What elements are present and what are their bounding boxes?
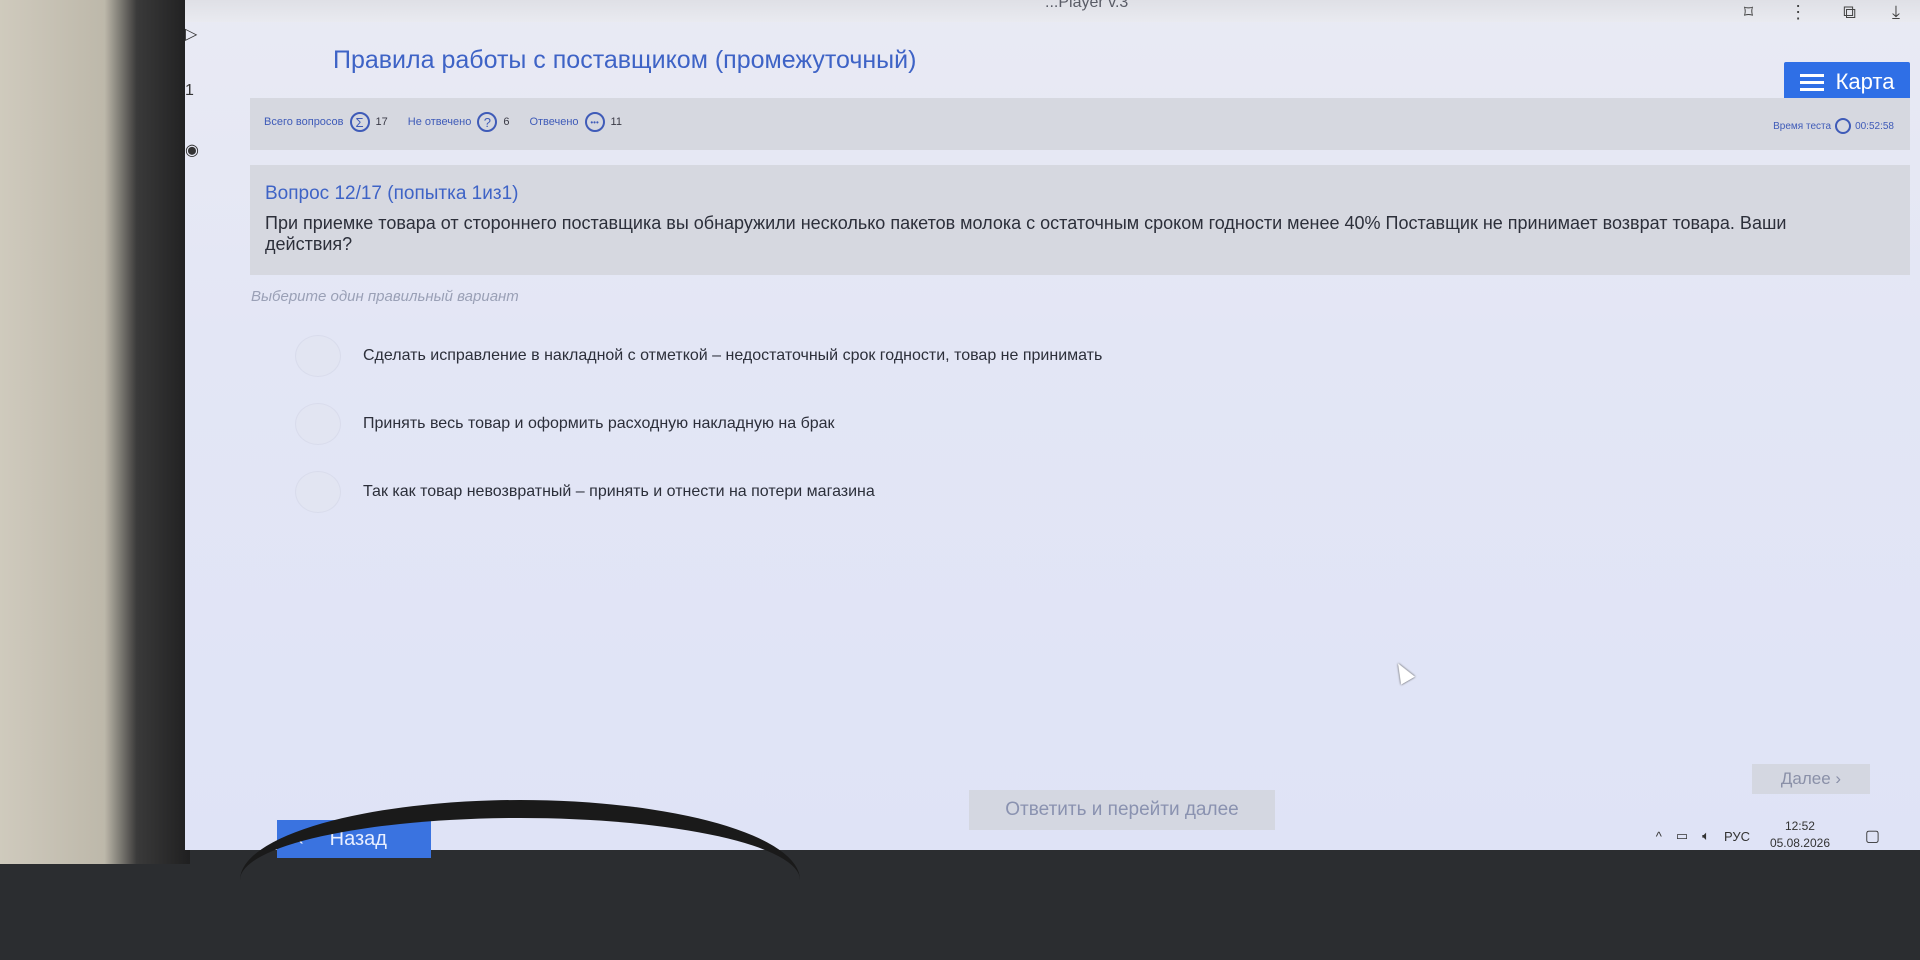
stopwatch-icon xyxy=(1835,118,1852,134)
radio-button[interactable] xyxy=(295,471,341,513)
browser-toolbar: ...Player v.3 ⌑ ⋮ ⧉ ⤓ xyxy=(185,0,1920,22)
timer-label: Время теста xyxy=(1773,120,1832,132)
question-number: Вопрос 12/17 (попытка 1из1) xyxy=(265,183,518,205)
language-indicator[interactable]: РУС xyxy=(1724,829,1750,844)
unanswered-value: 6 xyxy=(503,116,510,128)
test-timer: Время теста 00:52:58 xyxy=(1773,118,1894,134)
stats: Всего вопросов Σ 17 Не отвечено ? 6 Отве… xyxy=(264,112,636,132)
browser-icons: ⌑ ⋮ ⧉ ⤓ xyxy=(1744,2,1900,23)
play-icon[interactable]: ▷ xyxy=(185,24,197,44)
answer-option[interactable]: Принять весь товар и оформить расходную … xyxy=(295,403,835,445)
option-label[interactable]: Сделать исправление в накладной с отметк… xyxy=(363,347,1102,365)
eye-icon[interactable]: ◉ xyxy=(185,140,199,160)
answer-and-next-button[interactable]: Ответить и перейти далее xyxy=(969,790,1275,830)
more-icon[interactable]: ⋮ xyxy=(1789,2,1807,23)
answer-hint: Выберите один правильный вариант xyxy=(251,288,519,305)
extension-icon[interactable]: ⧉ xyxy=(1843,2,1856,23)
radio-button[interactable] xyxy=(295,335,341,377)
sum-icon: Σ xyxy=(349,112,370,132)
side-badge: 1 xyxy=(185,82,194,99)
bookmark-icon[interactable]: ⌑ xyxy=(1744,2,1753,23)
chevron-right-icon: › xyxy=(1835,769,1842,788)
next-button[interactable]: Далее › xyxy=(1752,764,1870,794)
unanswered-label: Не отвечено xyxy=(407,116,472,128)
next-label: Далее xyxy=(1780,769,1831,788)
map-button-label: Карта xyxy=(1835,69,1895,94)
clock-time: 12:52 xyxy=(1784,819,1815,833)
download-icon[interactable]: ⤓ xyxy=(1892,2,1900,23)
screen: ...Player v.3 ⌑ ⋮ ⧉ ⤓ ▷ 1 ◉ Правила рабо… xyxy=(185,0,1920,858)
clock-date: 05.08.2026 xyxy=(1769,835,1830,850)
total-value: 17 xyxy=(375,116,388,128)
taskbar-clock[interactable]: 12:52 05.08.2026 xyxy=(1770,818,1830,852)
question-icon: ? xyxy=(477,112,498,132)
mouse-cursor xyxy=(1391,659,1415,685)
answer-option[interactable]: Так как товар невозвратный – принять и о… xyxy=(295,471,875,513)
option-label[interactable]: Так как товар невозвратный – принять и о… xyxy=(363,483,875,501)
cable-foreground xyxy=(240,800,800,960)
answered-value: 11 xyxy=(610,116,622,128)
page-title: Правила работы с поставщиком (промежуточ… xyxy=(333,46,917,74)
side-strip: ▷ 1 ◉ xyxy=(185,20,225,170)
question-index: Вопрос 12/17 xyxy=(265,183,382,204)
notification-icon[interactable]: ▢ xyxy=(1865,826,1880,846)
question-text: При приемке товара от стороннего поставщ… xyxy=(265,213,1787,254)
window-title: ...Player v.3 xyxy=(1045,0,1129,11)
question-attempt: (попытка 1из1) xyxy=(387,183,519,204)
network-icon[interactable]: ▭ xyxy=(1676,828,1688,844)
radio-button[interactable] xyxy=(295,403,341,445)
answered-label: Отвечено xyxy=(529,116,579,128)
volume-icon[interactable]: 🔈︎ xyxy=(1702,828,1710,844)
dots-icon: ••• xyxy=(584,112,605,132)
timer-value: 00:52:58 xyxy=(1855,120,1894,132)
monitor-bezel xyxy=(0,0,190,864)
total-label: Всего вопросов xyxy=(264,116,344,128)
option-label[interactable]: Принять весь товар и оформить расходную … xyxy=(363,415,835,433)
chevron-up-icon[interactable]: ^ xyxy=(1656,829,1662,844)
stats-bar: Всего вопросов Σ 17 Не отвечено ? 6 Отве… xyxy=(250,98,1910,150)
menu-icon xyxy=(1799,73,1824,91)
question-box: Вопрос 12/17 (попытка 1из1) При приемке … xyxy=(250,165,1910,275)
map-button[interactable]: Карта xyxy=(1784,62,1910,102)
answer-option[interactable]: Сделать исправление в накладной с отметк… xyxy=(295,335,1102,377)
